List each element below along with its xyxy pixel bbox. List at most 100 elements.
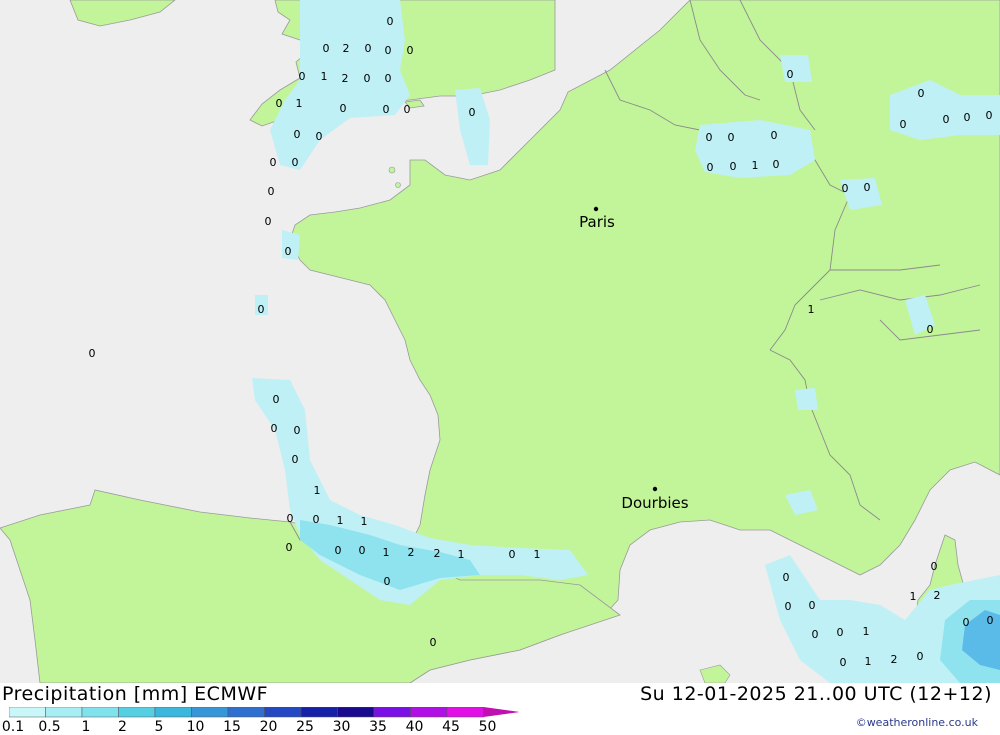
precip-value: 0 [383, 103, 390, 116]
legend-swatch [264, 707, 302, 718]
precip-value: 0 [285, 245, 292, 258]
precip-value: 0 [89, 347, 96, 360]
precip-value: 0 [927, 323, 934, 336]
legend-swatch [337, 707, 375, 718]
city-label: Dourbies [621, 494, 688, 512]
precip-value: 0 [943, 113, 950, 126]
precip-value: 0 [900, 118, 907, 131]
legend-swatch [373, 707, 411, 718]
map-title: Precipitation [mm] ECMWF [2, 683, 269, 705]
precip-value: 0 [404, 103, 411, 116]
precip-value: 0 [730, 160, 737, 173]
precip-value: 0 [287, 512, 294, 525]
precip-value: 0 [964, 111, 971, 124]
precip-value: 0 [785, 600, 792, 613]
precip-value: 1 [865, 655, 872, 668]
precip-value: 0 [787, 68, 794, 81]
legend-swatch [45, 707, 83, 718]
precip-value: 2 [343, 42, 350, 55]
precip-value: 0 [294, 424, 301, 437]
precip-value: 0 [365, 42, 372, 55]
legend-swatch [410, 707, 448, 718]
precip-value: 0 [986, 109, 993, 122]
precip-value: 0 [323, 42, 330, 55]
city-marker [652, 486, 658, 492]
precip-value: 0 [707, 161, 714, 174]
precip-value: 0 [469, 106, 476, 119]
precip-value: 0 [359, 544, 366, 557]
precip-value: 0 [773, 158, 780, 171]
precip-value: 1 [337, 514, 344, 527]
legend-swatch [227, 707, 265, 718]
precip-value: 1 [534, 548, 541, 561]
precip-value: 1 [296, 97, 303, 110]
precip-value: 0 [268, 185, 275, 198]
precip-value: 0 [407, 44, 414, 57]
precip-value: 0 [294, 128, 301, 141]
precip-value: 1 [383, 546, 390, 559]
precip-value: 0 [783, 571, 790, 584]
precip-value: 0 [286, 541, 293, 554]
credit-link[interactable]: ©weatheronline.co.uk [856, 716, 978, 729]
precip-value: 1 [321, 70, 328, 83]
precipitation-map: 0 0 2 0 0 0 0 1 2 0 0 0 1 0 0 0 0 0 0 0 … [0, 0, 1000, 683]
precip-value: 0 [706, 131, 713, 144]
precip-value: 0 [864, 181, 871, 194]
precip-value: 1 [808, 303, 815, 316]
precip-value: 0 [299, 70, 306, 83]
valid-time: Su 12-01-2025 21..00 UTC (12+12) [640, 683, 992, 705]
precip-value: 2 [342, 72, 349, 85]
precip-value: 0 [385, 44, 392, 57]
legend-swatch [446, 707, 484, 718]
precip-value: 2 [891, 653, 898, 666]
precip-value: 0 [728, 131, 735, 144]
footer-bar: Precipitation [mm] ECMWF Su 12-01-2025 2… [0, 683, 1000, 735]
precip-value: 1 [863, 625, 870, 638]
precip-value: 0 [270, 156, 277, 169]
precip-value: 0 [918, 87, 925, 100]
precip-swiss [795, 388, 818, 410]
city-marker [593, 206, 599, 212]
legend-swatch [154, 707, 192, 718]
precip-value: 0 [430, 636, 437, 649]
precip-value: 0 [258, 303, 265, 316]
precip-value: 0 [840, 656, 847, 669]
city-label: Paris [579, 213, 615, 231]
legend-swatch [9, 707, 46, 718]
precip-value: 0 [963, 616, 970, 629]
legend-swatch [118, 707, 156, 718]
precip-value: 0 [292, 156, 299, 169]
precip-value: 0 [809, 599, 816, 612]
precip-value: 1 [458, 548, 465, 561]
precip-value: 0 [842, 182, 849, 195]
precip-value: 0 [316, 130, 323, 143]
precip-value: 0 [837, 626, 844, 639]
precip-value: 0 [265, 215, 272, 228]
precip-value: 0 [364, 72, 371, 85]
precip-value: 1 [314, 484, 321, 497]
precip-value: 0 [335, 544, 342, 557]
precip-value: 0 [292, 453, 299, 466]
legend-arrow [483, 707, 519, 717]
precip-value: 0 [313, 513, 320, 526]
legend-swatch [81, 707, 119, 718]
precip-value: 0 [271, 422, 278, 435]
precip-value: 0 [509, 548, 516, 561]
precip-value: 2 [434, 547, 441, 560]
precip-value: 1 [910, 590, 917, 603]
precip-value: 0 [276, 97, 283, 110]
precip-value: 0 [385, 72, 392, 85]
legend-swatch [191, 707, 229, 718]
precip-value: 0 [340, 102, 347, 115]
precip-value: 0 [273, 393, 280, 406]
precip-value: 0 [771, 129, 778, 142]
legend-swatch [300, 707, 338, 718]
precip-legend: 0.1 0.5 1 2 5 10 15 20 25 30 35 40 45 50 [2, 707, 519, 735]
precip-value: 0 [812, 628, 819, 641]
precip-value: 1 [752, 159, 759, 172]
precip-rhine [780, 55, 812, 82]
precip-value: 0 [384, 575, 391, 588]
precip-value: 1 [361, 515, 368, 528]
precip-value: 0 [387, 15, 394, 28]
land-channel-island [388, 166, 396, 174]
